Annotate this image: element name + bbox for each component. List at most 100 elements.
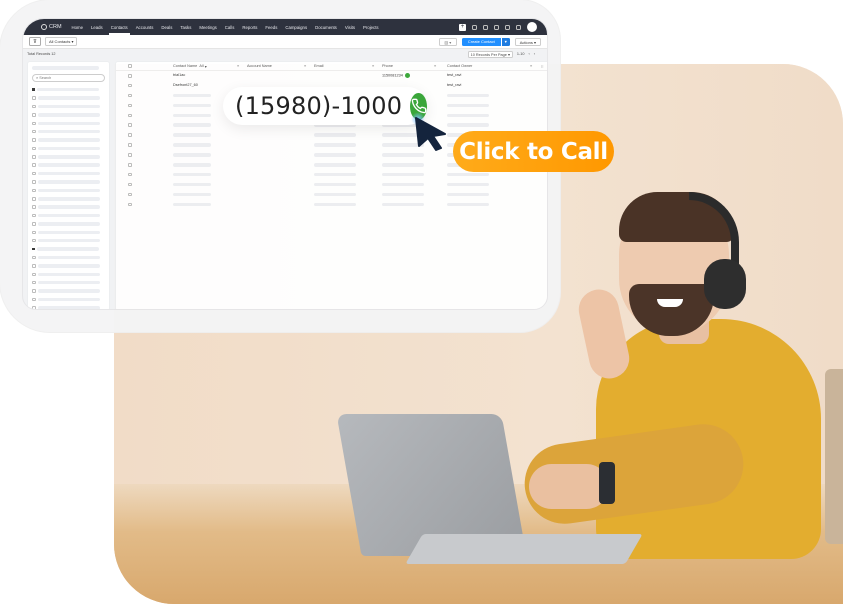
row-checkbox[interactable] <box>128 103 132 108</box>
search-icon[interactable] <box>472 24 477 30</box>
sidebar-filter-option[interactable] <box>28 262 109 270</box>
col-contact-owner[interactable]: Contact Owner <box>447 64 472 68</box>
sidebar-filter-option[interactable] <box>28 203 109 211</box>
checkbox[interactable] <box>32 121 36 125</box>
checkbox[interactable] <box>32 238 36 243</box>
prev-page-button[interactable]: ‹ <box>528 52 529 56</box>
sidebar-filter-option[interactable] <box>28 211 109 219</box>
column-menu-icon[interactable]: ≡ <box>530 64 532 68</box>
row-checkbox[interactable] <box>128 163 132 167</box>
contact-name[interactable]: trial1ac <box>173 73 185 77</box>
nav-projects[interactable]: Projects <box>363 25 379 30</box>
sidebar-filter-option[interactable] <box>28 136 109 144</box>
row-checkbox[interactable] <box>128 123 132 127</box>
expand-icon[interactable] <box>32 88 35 91</box>
nav-meetings[interactable]: Meetings <box>199 25 216 30</box>
row-checkbox[interactable] <box>128 133 132 137</box>
sidebar-filter-option[interactable] <box>28 144 109 152</box>
sidebar-filter-option[interactable] <box>28 94 109 102</box>
chevron-down-icon[interactable]: ▾ <box>501 37 510 46</box>
checkbox[interactable] <box>32 155 36 159</box>
checkbox[interactable] <box>32 171 36 176</box>
sidebar-search-input[interactable]: ⌕ Search <box>32 73 105 82</box>
checkbox[interactable] <box>32 213 36 218</box>
sidebar-filter-option[interactable] <box>28 153 109 161</box>
nav-accounts[interactable]: Accounts <box>136 25 154 30</box>
column-menu-icon[interactable]: ≡ <box>304 64 306 68</box>
sidebar-filter-option[interactable] <box>28 119 109 127</box>
sidebar-filter-option[interactable] <box>28 169 109 177</box>
checkbox[interactable] <box>32 280 36 285</box>
sidebar-filter-option[interactable] <box>28 295 109 303</box>
nav-calls[interactable]: Calls <box>225 25 235 30</box>
sidebar-filter-option[interactable] <box>28 102 109 110</box>
nav-documents[interactable]: Documents <box>315 25 337 30</box>
checkbox[interactable] <box>32 104 36 109</box>
row-checkbox[interactable] <box>128 83 132 88</box>
sidebar-filter-option[interactable] <box>28 278 109 286</box>
row-checkbox[interactable] <box>128 93 132 98</box>
filter-icon[interactable]: ⊽ <box>29 37 41 46</box>
table-row[interactable]: trial1ac 1150081234 test_ravi <box>116 71 547 81</box>
column-menu-icon[interactable]: ≡ <box>237 64 239 68</box>
sidebar-filter-option[interactable] <box>28 228 109 236</box>
checkbox[interactable] <box>32 188 36 193</box>
sidebar-filter-option[interactable] <box>28 237 109 245</box>
checkbox[interactable] <box>32 163 36 167</box>
contact-name[interactable]: Dsefront27_60 <box>173 83 198 87</box>
row-checkbox[interactable] <box>128 153 132 157</box>
view-selector[interactable]: All Contacts ▾ <box>45 37 78 46</box>
nav-home[interactable]: Home <box>72 25 83 30</box>
col-contact-name[interactable]: Contact Name All ▾ <box>173 64 207 69</box>
checkbox[interactable] <box>32 272 36 277</box>
checkbox[interactable] <box>32 96 36 100</box>
row-checkbox[interactable] <box>128 192 132 197</box>
chat-icon[interactable] <box>505 24 510 30</box>
col-email[interactable]: Email <box>314 64 324 68</box>
actions-button[interactable]: Actions ▾ <box>514 37 541 46</box>
checkbox[interactable] <box>32 113 36 117</box>
column-menu-icon[interactable]: ≡ <box>434 64 436 68</box>
col-account-name[interactable]: Account Name <box>247 64 272 68</box>
column-settings-icon[interactable]: ⁝⁝ <box>541 64 543 69</box>
row-checkbox[interactable] <box>128 143 132 147</box>
checkbox[interactable] <box>32 264 36 268</box>
row-checkbox[interactable] <box>128 202 132 207</box>
sidebar-filter-option[interactable] <box>28 178 109 186</box>
sidebar-filter-group[interactable] <box>28 245 109 253</box>
records-per-page-select[interactable]: 10 Records Per Page ▾ <box>467 50 513 58</box>
sidebar-filter-option[interactable] <box>28 195 109 203</box>
bell-icon[interactable] <box>483 24 488 30</box>
phone-icon[interactable] <box>404 73 410 78</box>
calendar-icon[interactable] <box>494 24 499 30</box>
select-all-checkbox[interactable] <box>128 64 132 68</box>
sidebar-filter-option[interactable] <box>28 111 109 119</box>
checkbox[interactable] <box>32 222 36 226</box>
checkbox[interactable] <box>32 205 36 209</box>
crm-logo[interactable]: CRM <box>41 24 62 30</box>
checkbox[interactable] <box>32 180 36 184</box>
checkbox[interactable] <box>32 129 36 134</box>
checkbox[interactable] <box>32 197 36 201</box>
nav-tasks[interactable]: Tasks <box>180 25 191 30</box>
row-checkbox[interactable] <box>128 172 132 177</box>
row-checkbox[interactable] <box>128 182 132 187</box>
sidebar-filter-option[interactable] <box>28 304 109 309</box>
grid-view-button[interactable]: ▥ ▾ <box>438 37 457 46</box>
click-to-call-badge[interactable]: Click to Call <box>453 131 614 172</box>
sidebar-filter-group[interactable] <box>28 86 109 94</box>
gear-icon[interactable] <box>516 24 521 30</box>
checkbox[interactable] <box>32 306 36 309</box>
row-checkbox[interactable] <box>128 74 132 78</box>
row-checkbox[interactable] <box>128 113 132 118</box>
checkbox[interactable] <box>32 146 36 151</box>
checkbox[interactable] <box>32 255 36 260</box>
column-menu-icon[interactable]: ≡ <box>372 64 374 68</box>
next-page-button[interactable]: › <box>534 52 535 56</box>
plus-icon[interactable]: + <box>459 23 466 31</box>
sidebar-filter-option[interactable] <box>28 161 109 169</box>
sidebar-filter-option[interactable] <box>28 253 109 261</box>
sidebar-filter-option[interactable] <box>28 220 109 228</box>
sidebar-filter-option[interactable] <box>28 186 109 194</box>
checkbox[interactable] <box>32 289 36 293</box>
